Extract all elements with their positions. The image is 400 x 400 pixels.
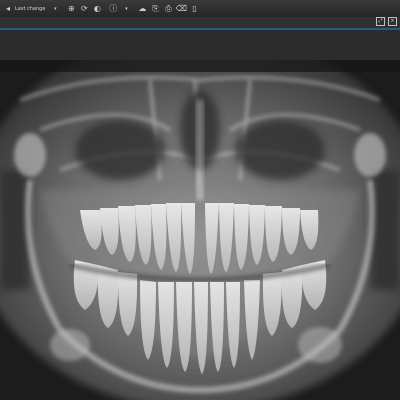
main-toolbar: ◂ Last change ▾ ⊕ ⟳ ◐ ⓘ ▾ ☁ ⎘ ⎙ ⌫ ▯ <box>0 0 400 18</box>
cloud-icon[interactable]: ☁ <box>137 4 147 14</box>
close-icon[interactable]: × <box>388 17 397 26</box>
context-label: Last change <box>15 5 46 12</box>
zoom-icon[interactable]: ⊕ <box>66 4 76 14</box>
dropdown-chevron-icon[interactable]: ▾ <box>50 4 60 14</box>
export-icon[interactable]: ⎘ <box>150 4 160 14</box>
panoramic-xray-image[interactable] <box>0 60 400 400</box>
expand-icon[interactable]: ⤢ <box>376 17 385 26</box>
info-icon[interactable]: ⓘ <box>108 4 118 14</box>
trash-icon[interactable]: ⌫ <box>176 4 187 14</box>
back-icon[interactable]: ◂ <box>3 4 13 14</box>
viewer-header-area <box>0 30 400 60</box>
xray-illustration <box>0 60 400 400</box>
battery-icon[interactable]: ▯ <box>189 4 199 14</box>
dropdown-chevron-icon[interactable]: ▾ <box>121 4 131 14</box>
print-icon[interactable]: ⎙ <box>163 4 173 14</box>
rotate-icon[interactable]: ⟳ <box>79 4 89 14</box>
secondary-bar <box>0 17 400 28</box>
brightness-icon[interactable]: ◐ <box>92 4 102 14</box>
